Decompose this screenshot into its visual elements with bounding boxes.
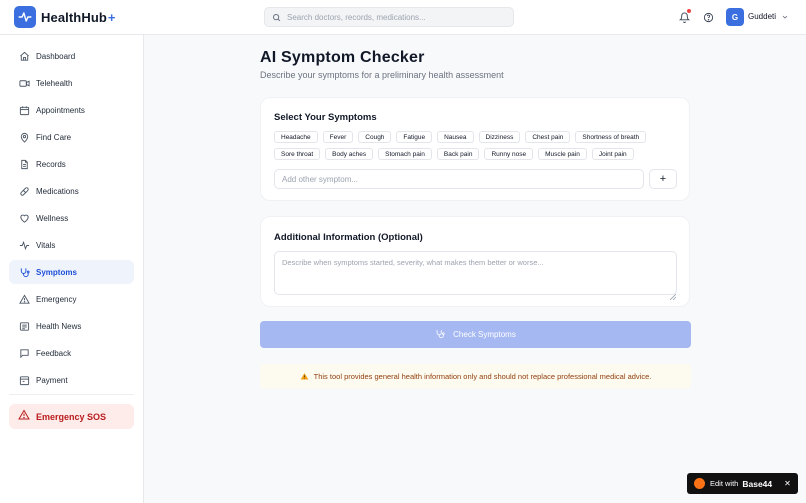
sidebar-item-wellness[interactable]: Wellness [9, 206, 134, 230]
activity-icon [18, 239, 30, 251]
check-symptoms-label: Check Symptoms [453, 330, 516, 339]
symptom-chip[interactable]: Cough [358, 131, 392, 143]
disclaimer-banner: This tool provides general health inform… [260, 364, 691, 389]
additional-info-textarea[interactable] [274, 251, 677, 295]
check-symptoms-button[interactable]: Check Symptoms [260, 321, 691, 348]
map-pin-icon [18, 131, 30, 143]
sidebar-item-label: Emergency [36, 294, 77, 304]
calendar-icon [18, 104, 30, 116]
symptom-chip[interactable]: Shortness of breath [575, 131, 647, 143]
symptom-chip[interactable]: Headache [274, 131, 318, 143]
symptom-chip[interactable]: Stomach pain [378, 148, 432, 160]
additional-info-title: Additional Information (Optional) [274, 232, 423, 243]
help-circle-icon [703, 12, 713, 22]
sidebar-item-label: Wellness [36, 213, 69, 223]
other-symptom-input[interactable] [274, 169, 644, 189]
user-name[interactable]: Guddeti [748, 12, 776, 21]
sidebar-item-label: Records [36, 159, 66, 169]
search-input[interactable] [287, 12, 502, 22]
sidebar-item-health-news[interactable]: Health News [9, 314, 134, 338]
symptom-chip[interactable]: Body aches [325, 148, 374, 160]
stethoscope-icon [18, 266, 30, 278]
notifications-button[interactable] [677, 9, 691, 24]
sidebar-item-dashboard[interactable]: Dashboard [9, 44, 134, 68]
payment-icon [18, 374, 30, 386]
symptom-chip[interactable]: Back pain [436, 148, 480, 160]
symptom-chip-row: Sore throat Body aches Stomach pain Back pa… [274, 148, 674, 160]
symptom-chip[interactable]: Fever [322, 131, 354, 143]
sidebar-item-label: Appointments [36, 105, 85, 115]
sidebar-item-payment[interactable]: Payment [9, 368, 134, 392]
sidebar-item-medications[interactable]: Medications [9, 179, 134, 203]
sidebar-item-label: Symptoms [36, 267, 77, 277]
resize-handle-icon[interactable] [669, 287, 677, 305]
search-icon [272, 13, 281, 22]
symptom-chip[interactable]: Runny nose [484, 148, 534, 160]
sidebar-item-label: Feedback [36, 348, 72, 358]
bell-icon [678, 12, 690, 23]
symptom-chip[interactable]: Sore throat [274, 148, 321, 160]
sidebar-item-feedback[interactable]: Feedback [9, 341, 134, 365]
edit-with-base44-badge[interactable]: Edit with Base44 ✕ [687, 473, 798, 494]
emergency-sos-label: Emergency SOS [36, 411, 107, 422]
sidebar: Dashboard Telehealth Appointments Find C… [0, 35, 144, 503]
symptoms-card-title: Select Your Symptoms [274, 112, 377, 123]
page-title: AI Symptom Checker [260, 49, 425, 66]
sidebar-item-symptoms[interactable]: Symptoms [9, 260, 134, 284]
sidebar-divider [9, 394, 134, 395]
home-icon [18, 50, 30, 62]
sidebar-item-telehealth[interactable]: Telehealth [9, 71, 134, 95]
file-icon [18, 158, 30, 170]
base44-logo-icon [694, 478, 705, 489]
symptom-chip[interactable]: Dizziness [478, 131, 521, 143]
sidebar-item-label: Dashboard [36, 51, 76, 61]
sidebar-item-find-care[interactable]: Find Care [9, 125, 134, 149]
video-icon [18, 77, 30, 89]
sidebar-item-emergency[interactable]: Emergency [9, 287, 134, 311]
help-button[interactable] [701, 10, 715, 24]
symptom-chip[interactable]: Muscle pain [538, 148, 587, 160]
symptoms-card: Select Your Symptoms Headache Fever Cough F… [260, 97, 690, 201]
sidebar-item-label: Telehealth [36, 78, 73, 88]
app-name: HealthHub [41, 9, 107, 25]
badge-brand: Base44 [742, 478, 773, 489]
stethoscope-icon [435, 329, 445, 341]
alert-triangle-icon [18, 293, 30, 305]
sidebar-item-label: Vitals [36, 240, 56, 250]
sidebar-item-vitals[interactable]: Vitals [9, 233, 134, 257]
sidebar-item-label: Find Care [36, 132, 72, 142]
symptom-chips: Headache Fever Cough Fatigue Nausea Dizziness… [274, 131, 674, 165]
alert-triangle-icon [18, 408, 30, 426]
additional-info-card: Additional Information (Optional) [260, 216, 690, 307]
app-name-suffix: + [107, 9, 116, 25]
app-logo[interactable]: HealthHub + [14, 6, 116, 28]
pill-icon [18, 185, 30, 197]
warning-icon [300, 368, 309, 386]
emergency-sos-button[interactable]: Emergency SOS [9, 404, 134, 429]
sidebar-item-records[interactable]: Records [9, 152, 134, 176]
message-icon [18, 347, 30, 359]
symptom-chip[interactable]: Fatigue [396, 131, 433, 143]
symptom-chip[interactable]: Nausea [437, 131, 474, 143]
symptom-chip[interactable]: Chest pain [525, 131, 571, 143]
add-symptom-button[interactable]: + [649, 169, 677, 189]
symptom-chip-row: Headache Fever Cough Fatigue Nausea Dizziness… [274, 131, 674, 143]
avatar[interactable]: G [726, 8, 744, 26]
sidebar-item-appointments[interactable]: Appointments [9, 98, 134, 122]
page-subtitle: Describe your symptoms for a preliminary… [260, 70, 504, 80]
symptom-chip[interactable]: Joint pain [591, 148, 634, 160]
close-icon[interactable]: ✕ [784, 479, 791, 488]
sidebar-item-label: Medications [36, 186, 79, 196]
badge-edit-text: Edit with [710, 479, 739, 488]
sidebar-item-label: Health News [36, 321, 82, 331]
newspaper-icon [18, 320, 30, 332]
chevron-down-icon[interactable] [781, 13, 789, 21]
pulse-icon [14, 6, 36, 28]
disclaimer-text: This tool provides general health inform… [313, 372, 652, 381]
global-search[interactable] [264, 7, 514, 27]
heart-icon [18, 212, 30, 224]
sidebar-item-label: Payment [36, 375, 68, 385]
top-bar: HealthHub + G Guddeti [0, 0, 806, 35]
notification-dot [687, 9, 691, 13]
